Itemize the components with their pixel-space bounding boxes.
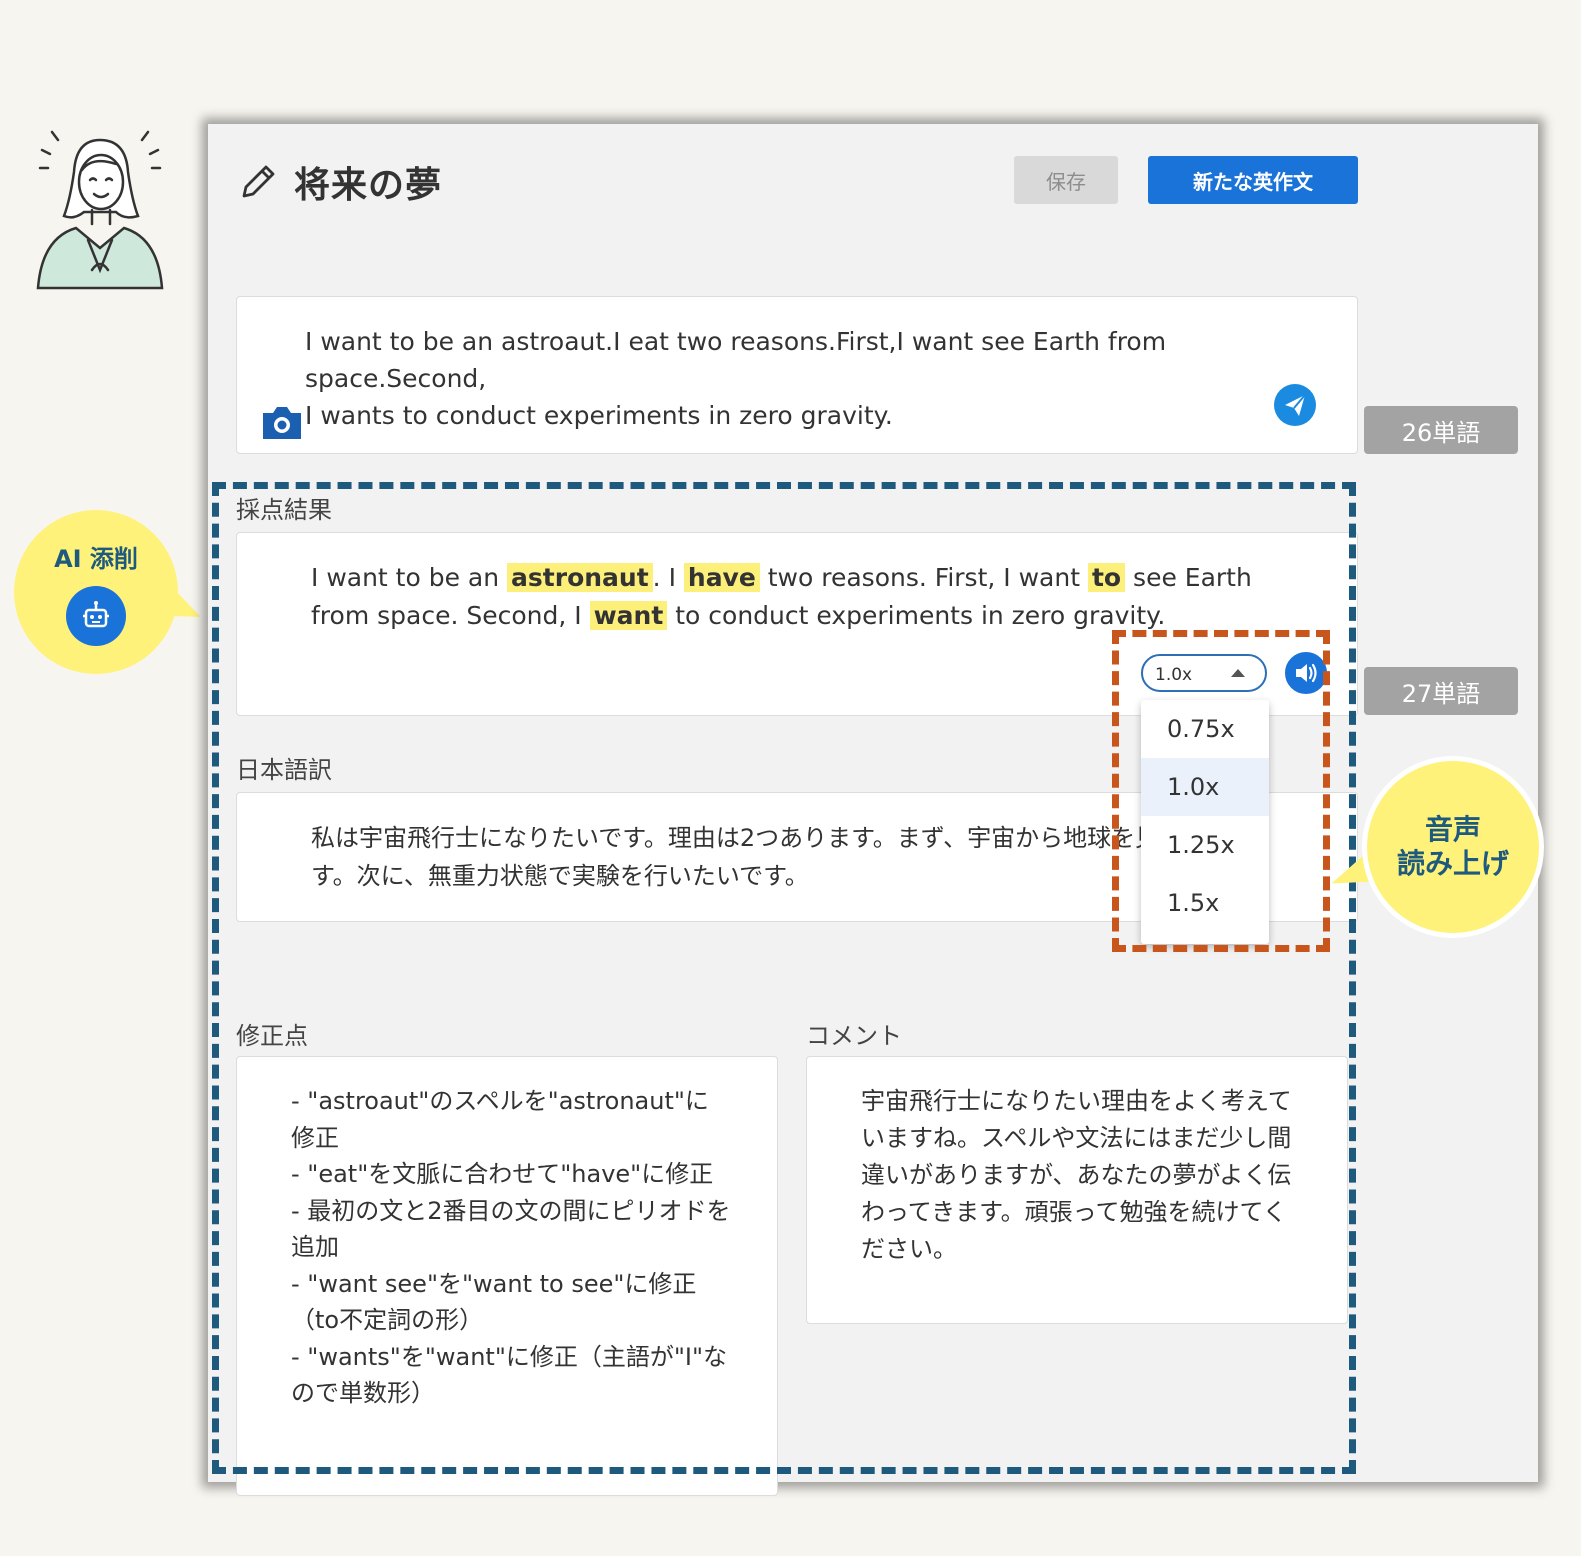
playback-speed-select[interactable]: 1.0x: [1141, 654, 1267, 692]
corrected-text-segment: . I: [652, 563, 684, 592]
comment-text: 宇宙飛行士になりたい理由をよく考えていますね。スペルや文法にはまだ少し間違いがあ…: [861, 1087, 1292, 1263]
speed-option[interactable]: 1.25x: [1141, 816, 1269, 874]
input-word-count-badge: 26単語: [1364, 406, 1518, 454]
comment-label: コメント: [806, 1022, 902, 1050]
pencil-icon: [242, 165, 275, 198]
essay-input[interactable]: I want to be an astroaut.I eat two reaso…: [236, 296, 1358, 454]
speed-option[interactable]: 0.75x: [1141, 700, 1269, 758]
highlighted-correction: to: [1087, 563, 1126, 592]
new-essay-button[interactable]: 新たな英作文: [1148, 156, 1358, 204]
corrections-box: - "astroaut"のスペルを"astronaut"に修正 - "eat"を…: [236, 1056, 778, 1496]
result-word-count-badge: 27単語: [1364, 667, 1518, 715]
speed-option[interactable]: 1.5x: [1141, 874, 1269, 932]
highlighted-correction: astronaut: [507, 563, 653, 592]
highlighted-correction: have: [683, 563, 760, 592]
speed-option-selected[interactable]: 1.0x: [1141, 758, 1269, 816]
ai-correction-callout: AI 添削: [14, 510, 178, 674]
voice-callout-line1: 音声: [1424, 813, 1481, 846]
ai-callout-label: AI 添削: [54, 544, 138, 573]
list-item: - 最初の文と2番目の文の間にピリオドを追加: [291, 1196, 731, 1262]
translation-text: 私は宇宙飛行士になりたいです。理由は2つあります。まず、宇宙から地球を見たいです…: [311, 824, 1231, 890]
comment-box: 宇宙飛行士になりたい理由をよく考えていますね。スペルや文法にはまだ少し間違いがあ…: [806, 1056, 1348, 1324]
result-label: 採点結果: [236, 496, 332, 524]
robot-icon: [66, 585, 126, 646]
caret-up-icon: [1231, 669, 1245, 677]
list-item: - "eat"を文脈に合わせて"have"に修正: [291, 1160, 714, 1188]
voice-readout-callout: 音声 読み上げ: [1362, 756, 1544, 938]
playback-speed-value: 1.0x: [1155, 665, 1193, 685]
send-icon[interactable]: [1273, 383, 1317, 427]
corrected-text-segment: two reasons. First, I want: [759, 563, 1088, 592]
list-item: - "astroaut"のスペルを"astronaut"に修正: [291, 1087, 709, 1152]
playback-speed-menu: 0.75x 1.0x 1.25x 1.5x: [1141, 700, 1269, 944]
voice-callout-line2: 読み上げ: [1396, 847, 1509, 880]
speaker-button[interactable]: [1282, 649, 1330, 697]
highlighted-correction: want: [589, 601, 668, 630]
corrections-label: 修正点: [236, 1022, 308, 1050]
speaker-icon: [1296, 663, 1317, 683]
title-row: 将来の夢: [236, 156, 442, 208]
teacher-illustration: [36, 130, 164, 290]
corrected-text: I want to be an astronaut. I have two re…: [311, 559, 1271, 635]
list-item: - "wants"を"want"に修正（主語が"I"なので単数形）: [291, 1342, 728, 1408]
essay-card: 将来の夢 保存 新たな英作文 I want to be an astroaut.…: [208, 124, 1538, 1496]
corrected-text-segment: to conduct experiments in zero gravity.: [667, 601, 1166, 630]
corrected-text-segment: I want to be an: [311, 563, 508, 592]
page-title: 将来の夢: [294, 165, 443, 206]
list-item: - "want see"を"want to see"に修正（to不定詞の形）: [291, 1269, 697, 1335]
translation-label: 日本語訳: [236, 756, 332, 784]
save-button[interactable]: 保存: [1014, 156, 1118, 204]
camera-icon[interactable]: [259, 403, 305, 441]
essay-input-text[interactable]: I want to be an astroaut.I eat two reaso…: [305, 323, 1305, 434]
corrections-list: - "astroaut"のスペルを"astronaut"に修正 - "eat"を…: [291, 1083, 731, 1412]
